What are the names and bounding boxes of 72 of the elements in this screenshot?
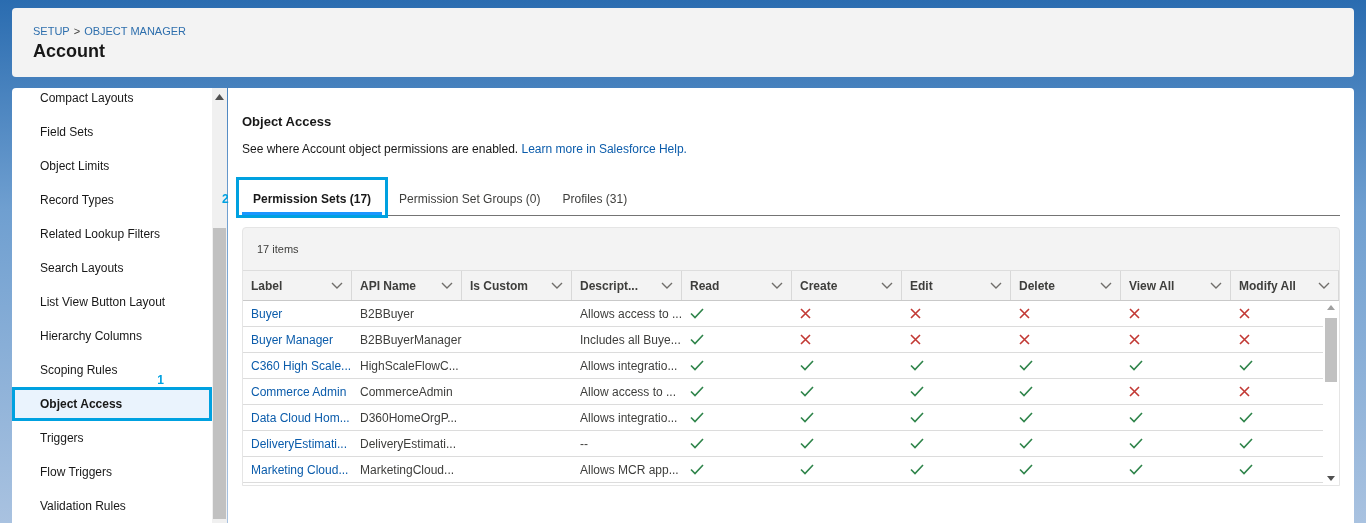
chevron-down-icon[interactable]: [331, 281, 343, 290]
table-cell-text: Allows access to ...: [579, 305, 682, 323]
table-cell-text: Allows integratio...: [579, 357, 679, 375]
breadcrumb-separator: >: [73, 25, 81, 37]
sidebar-item[interactable]: List View Button Layout: [40, 285, 166, 319]
sidebar-item[interactable]: Object Limits: [40, 149, 110, 183]
sidebar-item[interactable]: Hierarchy Columns: [40, 319, 143, 353]
scrollbar-thumb[interactable]: [1325, 318, 1337, 382]
column-header[interactable]: Is Custom: [462, 271, 572, 300]
page-title: Account: [33, 41, 106, 62]
record-link[interactable]: Commerce Admin: [243, 379, 352, 404]
record-link[interactable]: DeliveryEstimati...: [243, 431, 352, 456]
section-title: Object Access: [242, 114, 333, 129]
scrollbar[interactable]: [212, 88, 227, 523]
chevron-down-icon[interactable]: [1100, 281, 1112, 290]
tab[interactable]: Permission Sets (17): [242, 183, 383, 215]
chevron-down-icon[interactable]: [661, 281, 673, 290]
callout-number: 1: [157, 373, 164, 387]
column-header[interactable]: Read: [682, 271, 792, 300]
sidebar-item[interactable]: Object Access: [15, 390, 209, 418]
sidebar-item[interactable]: Record Types: [40, 183, 114, 217]
record-link[interactable]: Buyer: [243, 301, 352, 326]
callout-number: 2: [222, 192, 229, 206]
column-header[interactable]: Edit: [902, 271, 1011, 300]
scroll-up-icon[interactable]: [215, 94, 224, 100]
tab[interactable]: Profiles (31): [551, 183, 639, 215]
chevron-down-icon[interactable]: [1210, 281, 1222, 290]
sidebar-item[interactable]: Search Layouts: [40, 251, 124, 285]
column-header[interactable]: Delete: [1011, 271, 1121, 300]
sidebar-item[interactable]: Triggers: [40, 421, 84, 455]
table-cell-text: D360HomeOrgP...: [359, 409, 459, 427]
section-description: See where Account object permissions are enabled. Learn more in Salesforce Help.: [242, 142, 688, 156]
help-link[interactable]: Learn more in Salesforce Help.: [521, 142, 687, 156]
table-cell-text: Allows integratio...: [579, 409, 679, 427]
table-cell-text: DeliveryEstimati...: [359, 435, 458, 453]
sidebar-item[interactable]: Validation Rules: [40, 489, 126, 523]
sidebar-item[interactable]: Compact Layouts: [40, 88, 134, 115]
scrollbar-thumb[interactable]: [213, 228, 226, 519]
sidebar-item[interactable]: Field Sets: [40, 115, 94, 149]
chevron-down-icon[interactable]: [1318, 281, 1330, 290]
chevron-down-icon[interactable]: [990, 281, 1002, 290]
record-link[interactable]: C360 High Scale...: [243, 353, 352, 378]
column-header[interactable]: View All: [1121, 271, 1231, 300]
column-header[interactable]: Create: [792, 271, 902, 300]
table-cell-text: B2BBuyer: [359, 305, 416, 323]
sidebar-item[interactable]: Scoping Rules: [40, 353, 118, 387]
sidebar-item[interactable]: Flow Triggers: [40, 455, 113, 489]
sidebar-item[interactable]: Related Lookup Filters: [40, 217, 161, 251]
breadcrumb-link[interactable]: OBJECT MANAGER: [84, 25, 186, 37]
record-link[interactable]: Marketing Cloud...: [243, 457, 352, 482]
record-link[interactable]: Buyer Manager: [243, 327, 352, 352]
table-cell-text: Includes all Buye...: [579, 331, 682, 349]
chevron-down-icon[interactable]: [551, 281, 563, 290]
table-cell-text: Allows MCR app...: [579, 461, 680, 479]
tab[interactable]: Permission Set Groups (0): [388, 183, 552, 215]
breadcrumb-link[interactable]: SETUP: [33, 25, 70, 37]
table-cell-text: HighScaleFlowC...: [359, 357, 460, 375]
chevron-down-icon[interactable]: [771, 281, 783, 290]
record-link[interactable]: Data Cloud Hom...: [243, 405, 352, 430]
item-count: 17 items: [257, 243, 299, 255]
table-cell-text: --: [579, 435, 589, 453]
chevron-down-icon[interactable]: [881, 281, 893, 290]
scroll-down-icon[interactable]: [1327, 476, 1335, 481]
table-cell-text: CommerceAdmin: [359, 383, 454, 401]
column-header[interactable]: Modify All: [1231, 271, 1339, 300]
chevron-down-icon[interactable]: [441, 281, 453, 290]
column-header[interactable]: Descript...: [572, 271, 682, 300]
column-header[interactable]: API Name: [352, 271, 462, 300]
table-cell-text: Allow access to ...: [579, 383, 678, 401]
table-cell-text: B2BBuyerManager: [359, 331, 462, 349]
column-header[interactable]: Label: [243, 271, 352, 300]
table-cell-text: MarketingCloud...: [359, 461, 456, 479]
